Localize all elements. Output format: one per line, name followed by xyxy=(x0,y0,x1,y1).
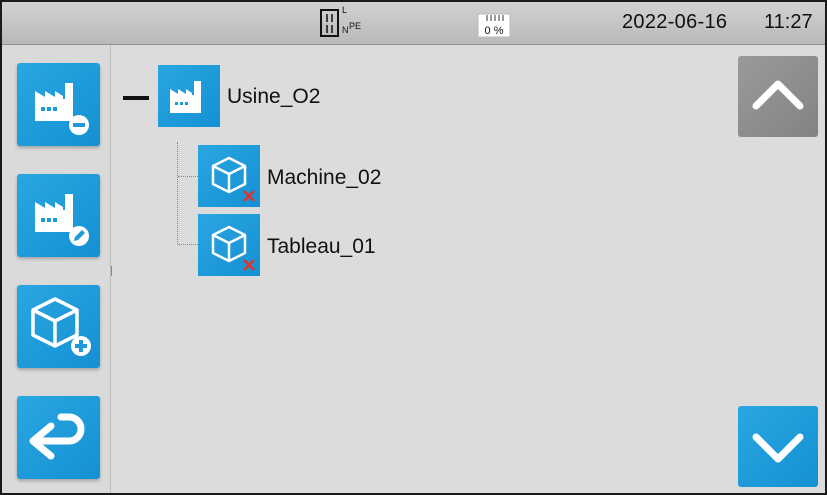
panel-divider-tick xyxy=(111,266,112,276)
tree-connector xyxy=(178,244,198,245)
app-frame: L N PE 0 % 2022-06-16 11:27 Usine_O2 Mac… xyxy=(0,0,827,495)
remove-site-icon xyxy=(35,83,89,135)
error-cross-icon xyxy=(243,259,255,271)
tree-node-tableau[interactable]: Tableau_01 xyxy=(198,214,448,276)
memory-usage: 0 % xyxy=(484,25,504,37)
side-toolbar xyxy=(2,45,111,493)
scroll-down-button[interactable] xyxy=(738,406,818,487)
tree-node-root[interactable]: Usine_O2 xyxy=(158,65,408,127)
tree-node-machine[interactable]: Machine_02 xyxy=(198,145,448,207)
cube-tile xyxy=(198,214,260,276)
tree-node-machine-label: Machine_02 xyxy=(267,166,382,189)
scroll-up-button[interactable] xyxy=(738,56,818,137)
status-time: 11:27 xyxy=(764,11,813,33)
tree-node-root-label: Usine_O2 xyxy=(227,85,321,108)
edit-site-icon xyxy=(35,194,89,246)
cube-tile xyxy=(198,145,260,207)
connection-label-l: L xyxy=(342,5,348,15)
error-cross-icon xyxy=(243,190,255,202)
collapse-toggle[interactable] xyxy=(123,96,149,100)
status-date: 2022-06-16 xyxy=(622,11,728,33)
chevron-up-icon xyxy=(752,80,804,110)
status-bar: L N PE 0 % 2022-06-16 11:27 xyxy=(2,2,825,45)
tree-node-tableau-label: Tableau_01 xyxy=(267,235,376,258)
chevron-down-icon xyxy=(752,433,804,463)
add-object-button[interactable] xyxy=(17,285,100,368)
back-button[interactable] xyxy=(17,396,100,479)
factory-tile xyxy=(158,65,220,127)
remove-site-button[interactable] xyxy=(17,63,100,146)
edit-site-button[interactable] xyxy=(17,174,100,257)
factory-icon xyxy=(170,81,201,113)
connection-label-pe: PE xyxy=(349,21,362,31)
back-icon xyxy=(29,413,85,460)
tree-connector xyxy=(177,142,178,244)
tree-connector xyxy=(178,176,198,177)
connection-label-n: N xyxy=(342,25,349,35)
add-object-icon xyxy=(31,297,91,356)
